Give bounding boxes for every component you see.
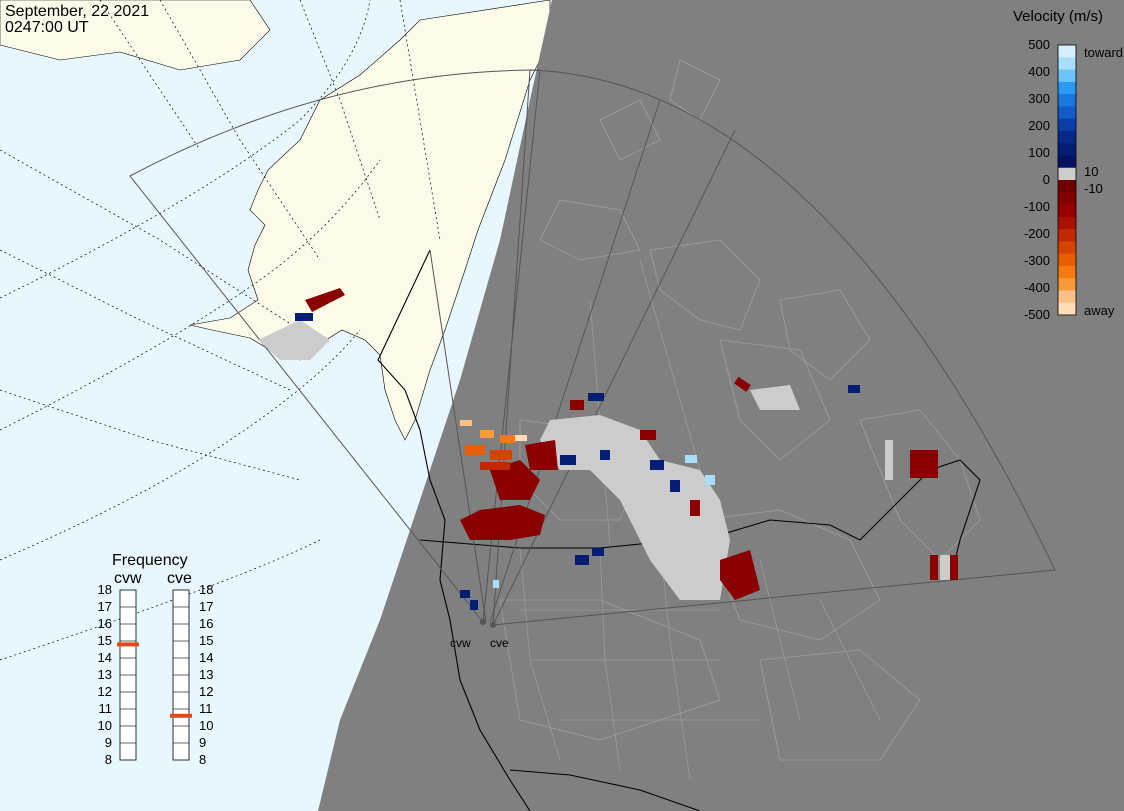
velocity-colorbar-band [1058,143,1076,156]
velocity-colorbar-band [1058,94,1076,107]
radar-map-view: cvw cve September, 22 2021 0247:00 UT Ve… [0,0,1124,811]
frequency-radar-label-cve: cve [167,570,192,587]
frequency-tick-label: 11 [199,701,213,716]
velocity-colorbar-band [1058,265,1076,279]
frequency-marker [170,713,192,718]
velocity-pos-threshold: 10 [1084,164,1098,179]
map-canvas: cvw cve September, 22 2021 0247:00 UT Ve… [0,0,1124,811]
frequency-tick-label: 10 [199,718,213,733]
velocity-colorbar-band [1058,106,1076,120]
frequency-tick-label: 18 [199,582,213,597]
velocity-colorbar-band [1058,216,1076,230]
frequency-tick-label: 10 [98,718,112,733]
velocity-tick-label: 500 [1028,37,1050,52]
velocity-colorbar-band [1058,118,1076,132]
frequency-tick-label: 16 [199,616,213,631]
velocity-away-label: away [1084,303,1115,318]
frequency-marker [117,642,139,647]
frequency-tick-label: 9 [105,735,112,750]
site-marker-cve [490,622,496,628]
velocity-tick-label: 0 [1043,172,1050,187]
velocity-tick-label: -200 [1024,226,1050,241]
velocity-colorbar-band [1058,57,1076,71]
velocity-tick-label: 100 [1028,145,1050,160]
velocity-tick-label: -100 [1024,199,1050,214]
frequency-tick-label: 13 [98,667,112,682]
frequency-tick-label: 9 [199,735,206,750]
velocity-colorbar-band [1058,192,1076,206]
frequency-tick-label: 14 [199,650,213,665]
velocity-colorbar-band [1058,45,1076,58]
velocity-tick-label: -400 [1024,280,1050,295]
velocity-neg-threshold: -10 [1084,181,1103,196]
frequency-tick-label: 8 [199,752,206,767]
velocity-tick-label: 200 [1028,118,1050,133]
frequency-tick-label: 16 [98,616,112,631]
date-label: September, 22 2021 [5,3,149,20]
velocity-colorbar-band [1058,69,1076,83]
frequency-tick-label: 12 [199,684,213,699]
frequency-tick-label: 13 [199,667,213,682]
site-label-cve: cve [490,636,509,650]
velocity-colorbar-band [1058,290,1076,304]
frequency-tick-label: 18 [98,582,112,597]
frequency-tick-label: 17 [98,599,112,614]
velocity-colorbar-band [1058,167,1076,181]
frequency-tick-label: 8 [105,752,112,767]
frequency-radar-label-cvw: cvw [114,570,142,587]
velocity-legend-title: Velocity (m/s) [1013,8,1103,25]
velocity-tick-label: 300 [1028,91,1050,106]
velocity-colorbar-band [1058,241,1076,255]
frequency-tick-label: 14 [98,650,112,665]
velocity-colorbar-band [1058,180,1076,193]
velocity-colorbar-band [1058,302,1076,316]
velocity-tick-label: 400 [1028,64,1050,79]
velocity-colorbar-band [1058,278,1076,291]
frequency-tick-label: 15 [98,633,112,648]
frequency-tick-label: 12 [98,684,112,699]
velocity-tick-label: -500 [1024,307,1050,322]
velocity-colorbar-band [1058,155,1076,169]
velocity-toward-label: toward [1084,45,1123,60]
frequency-title: Frequency [112,552,188,569]
velocity-tick-label: -300 [1024,253,1050,268]
site-marker-cvw [480,619,486,625]
time-label: 0247:00 UT [5,19,89,36]
velocity-colorbar [1057,44,1077,316]
frequency-tick-label: 17 [199,599,213,614]
frequency-tick-label: 15 [199,633,213,648]
velocity-colorbar-band [1058,130,1076,144]
velocity-colorbar-band [1058,81,1076,95]
frequency-tick-label: 11 [99,701,113,716]
velocity-colorbar-band [1058,204,1076,218]
velocity-colorbar-band [1058,229,1076,242]
velocity-colorbar-band [1058,253,1076,267]
site-label-cvw: cvw [450,636,471,650]
